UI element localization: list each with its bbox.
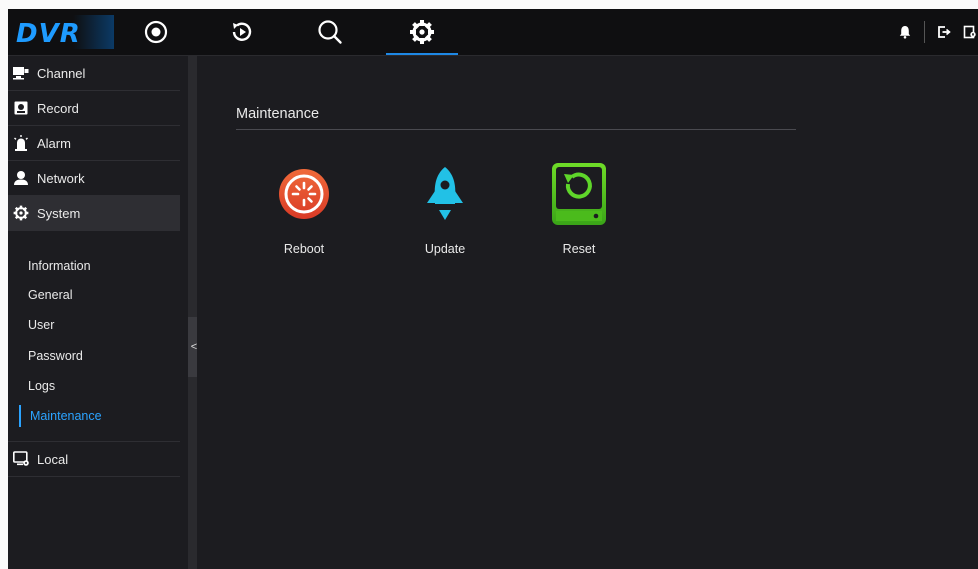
section-divider <box>236 129 796 130</box>
system-gear-icon <box>13 205 29 221</box>
reboot-button[interactable]: Reboot <box>259 164 349 264</box>
dvr-app: DVR Channel Record Alarm Network System … <box>8 9 978 569</box>
bell-icon <box>899 26 911 39</box>
reboot-label: Reboot <box>283 242 325 256</box>
lock-icon <box>963 25 976 39</box>
search-icon <box>318 20 342 44</box>
sidebar-collapse-toggle[interactable]: < <box>188 317 197 377</box>
reset-icon <box>549 163 609 225</box>
sidebar-item-record[interactable]: Record <box>8 91 180 126</box>
sidebar-item-label: Network <box>37 170 85 186</box>
settings-button[interactable] <box>386 15 458 55</box>
reset-button[interactable]: Reset <box>534 163 624 264</box>
notification-button[interactable] <box>896 23 914 41</box>
alarm-icon <box>13 135 29 151</box>
top-bar: DVR <box>8 9 978 56</box>
section-title: Maintenance <box>236 106 320 122</box>
divider <box>924 21 925 43</box>
record-icon <box>13 100 29 116</box>
logo-text: DVR <box>16 19 81 49</box>
sidebar-item-label: Channel <box>37 65 86 81</box>
sidebar-item-local[interactable]: Local <box>8 441 180 477</box>
submenu-item-information[interactable]: Information <box>28 255 91 277</box>
sidebar-item-system[interactable]: System <box>8 196 180 231</box>
update-button[interactable]: Update <box>400 164 490 264</box>
settings-gear-icon <box>410 20 434 44</box>
local-monitor-icon <box>13 451 29 467</box>
sidebar-gutter <box>188 56 197 569</box>
dvr-logo: DVR <box>12 15 114 49</box>
update-label: Update <box>424 242 466 256</box>
sidebar-item-channel[interactable]: Channel <box>8 56 180 91</box>
lock-button[interactable] <box>961 23 978 41</box>
submenu-item-logs[interactable]: Logs <box>28 375 55 397</box>
submenu-item-general[interactable]: General <box>28 284 72 306</box>
reset-label: Reset <box>562 242 596 256</box>
submenu-item-user[interactable]: User <box>28 314 54 336</box>
live-view-icon <box>144 20 168 44</box>
reboot-icon <box>274 164 334 224</box>
submenu-item-maintenance[interactable]: Maintenance <box>19 405 102 427</box>
submenu-item-password[interactable]: Password <box>28 345 83 367</box>
playback-button[interactable] <box>222 15 262 49</box>
sidebar-item-label: Alarm <box>37 135 71 151</box>
playback-icon <box>232 22 252 41</box>
network-icon <box>13 170 29 186</box>
sidebar-item-alarm[interactable]: Alarm <box>8 126 180 161</box>
sidebar-item-label: System <box>37 205 81 221</box>
search-button[interactable] <box>310 15 350 49</box>
rocket-update-icon <box>415 164 475 224</box>
channel-icon <box>13 65 29 81</box>
logout-icon <box>938 26 951 38</box>
sidebar-item-label: Record <box>37 100 79 116</box>
sidebar-item-label: Local <box>37 451 69 467</box>
sidebar-item-network[interactable]: Network <box>8 161 180 196</box>
main-content: Maintenance Reboot Update Reset <box>197 56 978 569</box>
sidebar: Channel Record Alarm Network System Info… <box>8 56 188 569</box>
logout-button[interactable] <box>935 23 953 41</box>
live-view-button[interactable] <box>136 15 176 49</box>
